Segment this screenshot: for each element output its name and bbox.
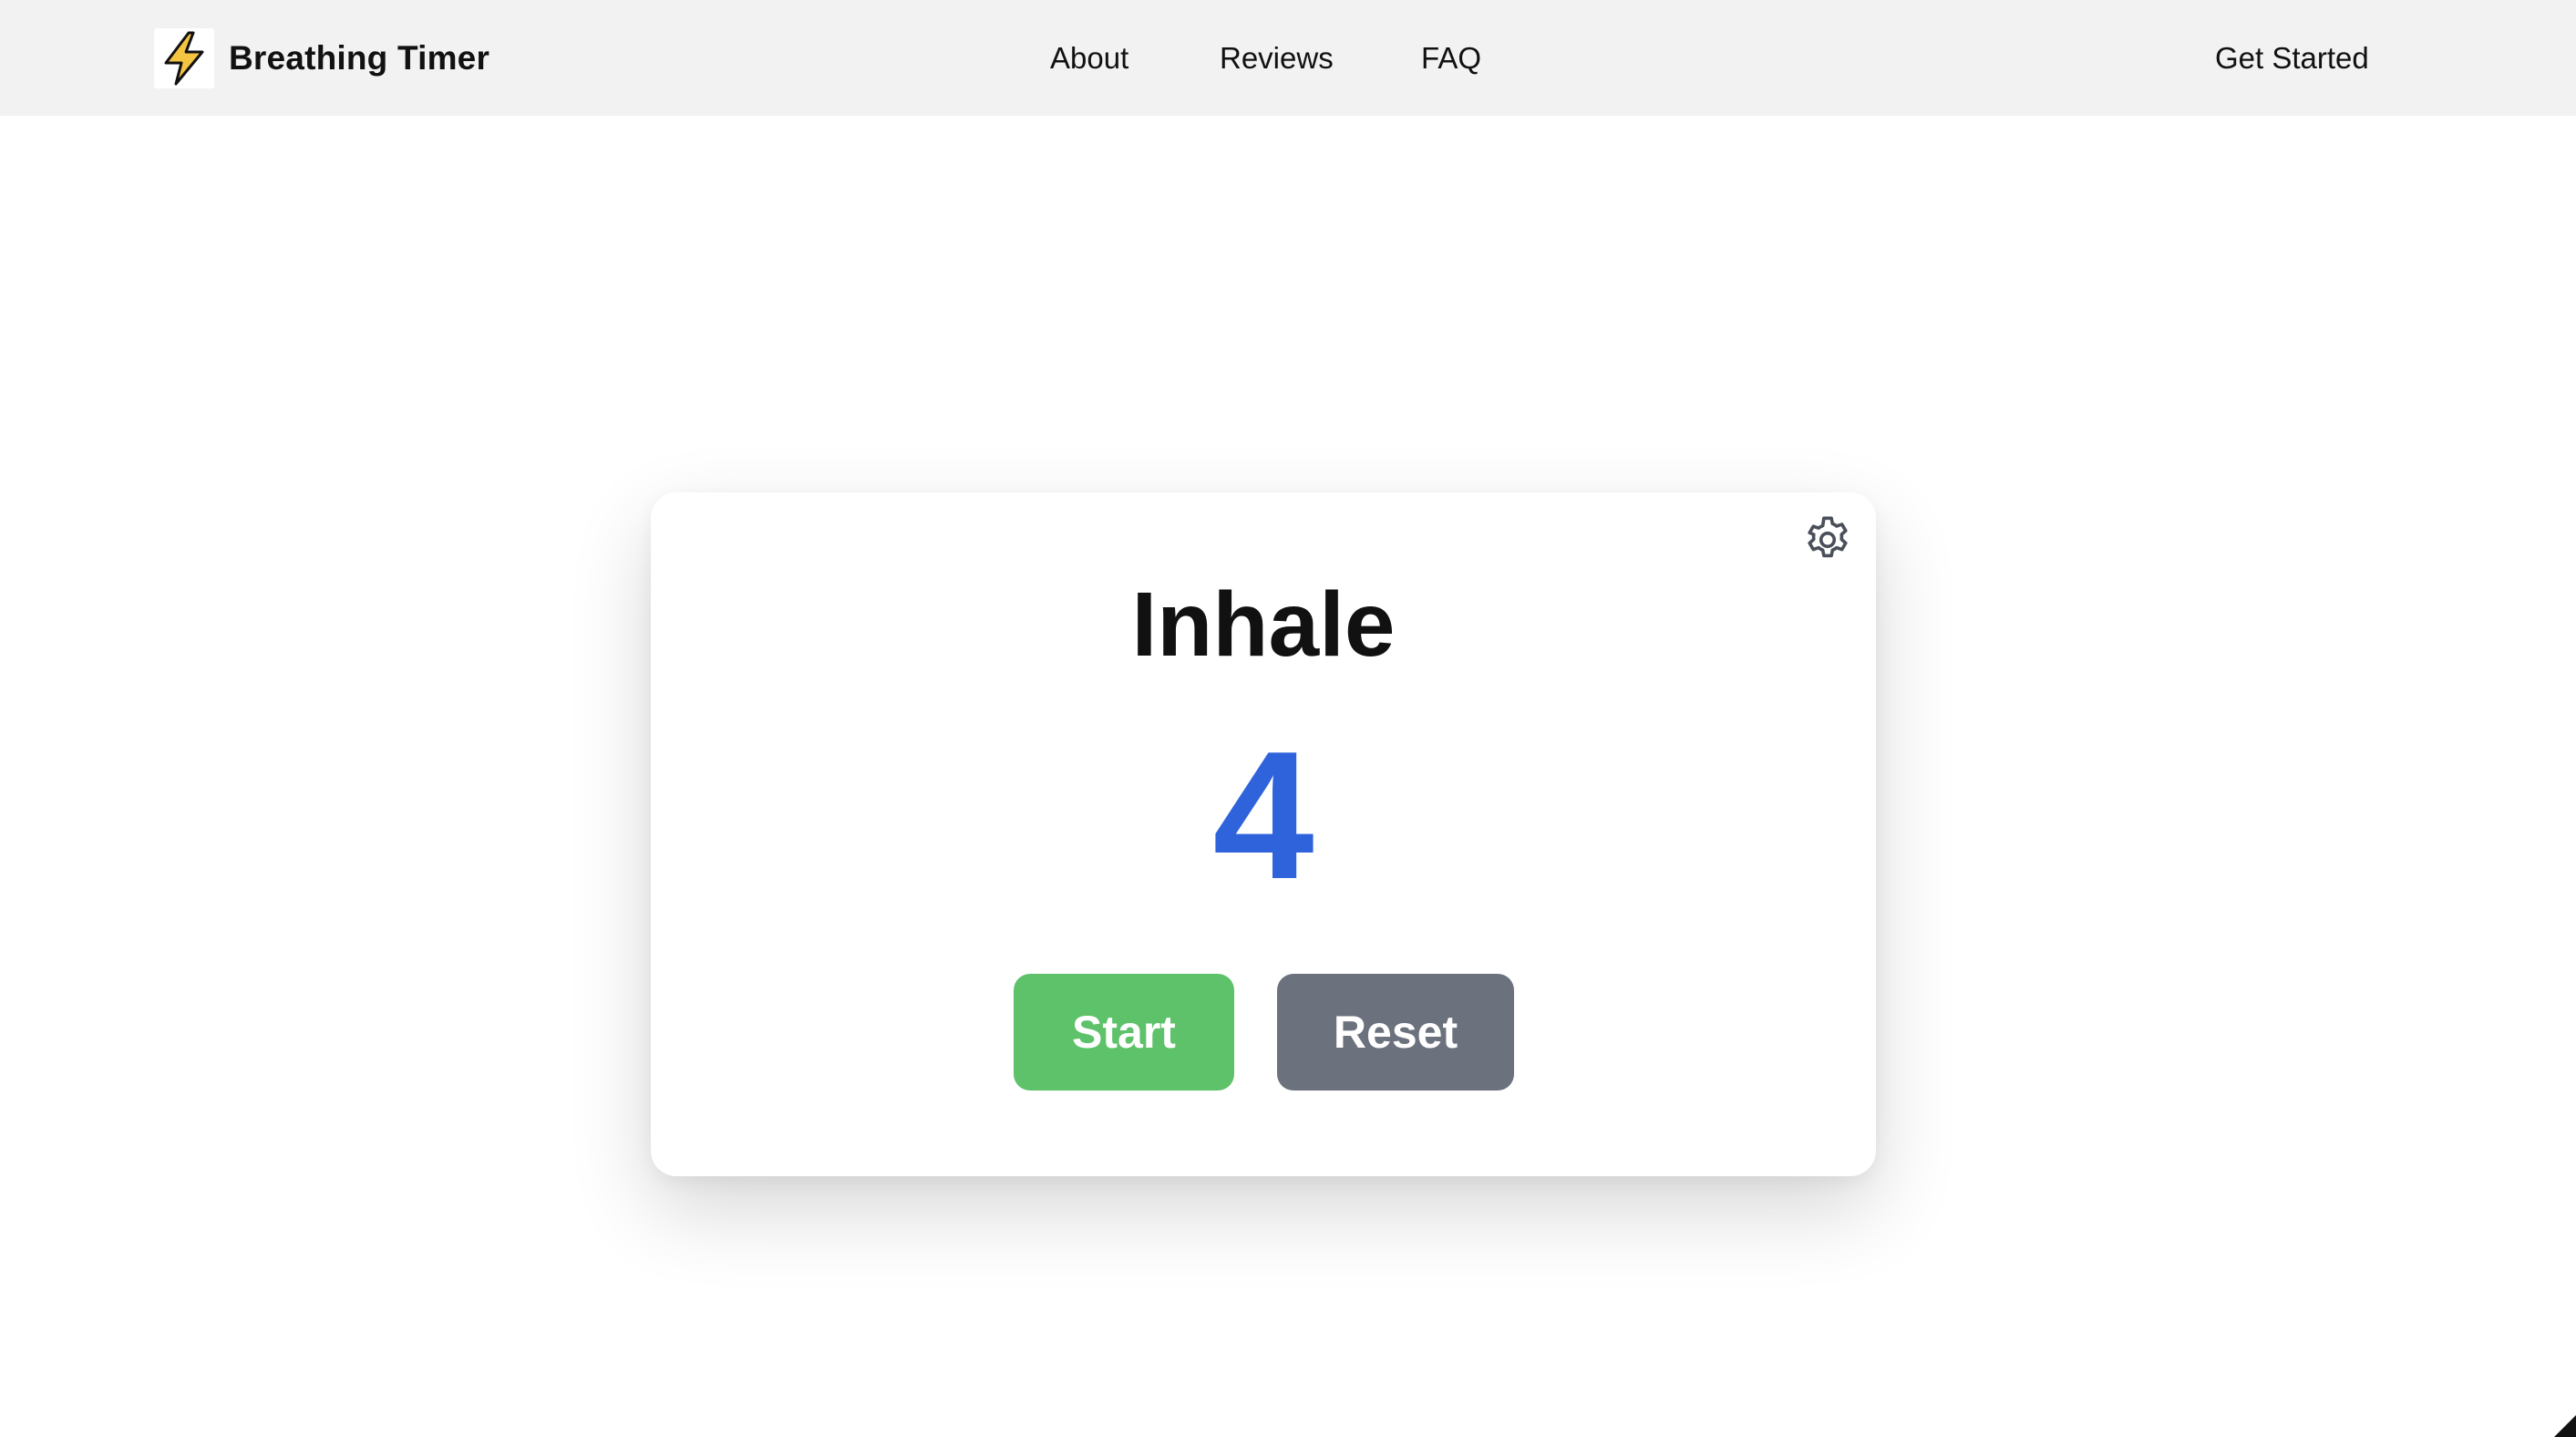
breathing-timer-card: Inhale 4 Start Reset	[651, 492, 1876, 1176]
get-started-link[interactable]: Get Started	[2215, 0, 2369, 116]
page: Breathing Timer About Reviews FAQ Get St…	[0, 0, 2576, 1437]
window-corner	[2554, 1415, 2576, 1437]
nav-link-reviews[interactable]: Reviews	[1220, 0, 1334, 116]
nav-link-about[interactable]: About	[1050, 0, 1128, 116]
nav-link-faq[interactable]: FAQ	[1421, 0, 1481, 116]
gear-icon	[1801, 513, 1854, 569]
breath-phase-label: Inhale	[1131, 574, 1396, 676]
countdown-number: 4	[1212, 714, 1314, 917]
main-nav: About Reviews FAQ Get Started	[0, 0, 2576, 116]
settings-button[interactable]	[1799, 512, 1856, 569]
start-button[interactable]: Start	[1014, 974, 1234, 1091]
top-navbar: Breathing Timer About Reviews FAQ Get St…	[0, 0, 2576, 116]
reset-button[interactable]: Reset	[1277, 974, 1514, 1091]
